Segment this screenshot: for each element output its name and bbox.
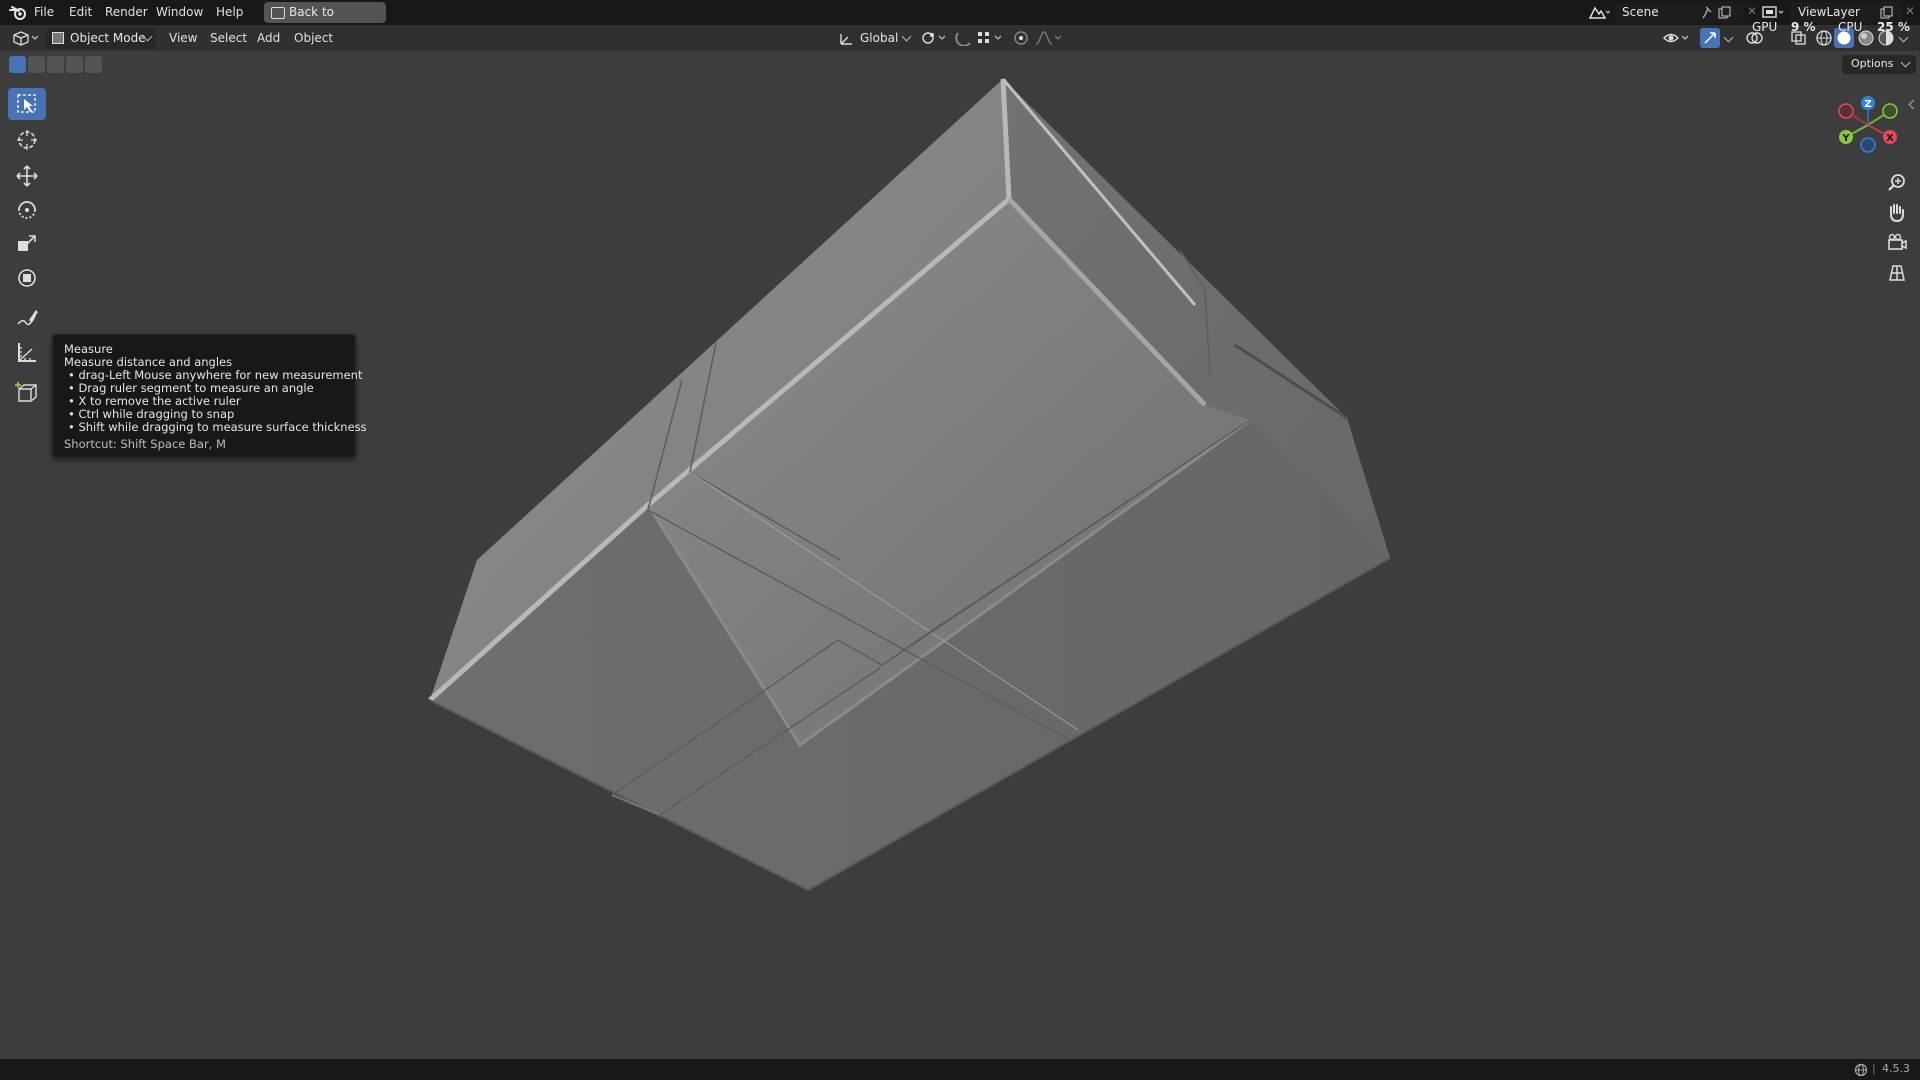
tool-rotate[interactable] bbox=[8, 194, 46, 226]
zoom-icon bbox=[1888, 174, 1905, 191]
options-dropdown[interactable]: Options bbox=[1842, 55, 1916, 74]
add-cube-icon bbox=[15, 382, 37, 402]
gizmo-axis-y: Y bbox=[1841, 133, 1850, 144]
select-mode-intersect-button[interactable] bbox=[85, 56, 102, 73]
version-label: 4.5.3 bbox=[1882, 1062, 1910, 1075]
tooltip-description: Measure distance and angles bbox=[64, 355, 233, 369]
mesh-object[interactable] bbox=[0, 0, 1920, 1080]
select-mode-extend-button[interactable] bbox=[28, 56, 45, 73]
tool-measure[interactable] bbox=[8, 336, 46, 368]
pan-button[interactable] bbox=[1882, 198, 1912, 228]
camera-icon bbox=[1888, 233, 1907, 250]
gizmo-axis-z: Z bbox=[1864, 99, 1871, 110]
navigation-gizmo[interactable]: Z Y X bbox=[1832, 95, 1902, 155]
tooltip-shortcut: Shortcut: Shift Space Bar, M bbox=[64, 437, 226, 451]
status-separator: | bbox=[1872, 1062, 1876, 1075]
tool-select-box[interactable] bbox=[8, 88, 46, 120]
select-mode-subtract-button[interactable] bbox=[47, 56, 64, 73]
annotate-icon bbox=[17, 310, 38, 326]
status-bar: | 4.5.3 bbox=[0, 1059, 1920, 1080]
gizmo-axis-x: X bbox=[1886, 133, 1894, 144]
tooltip-bullet: • X to remove the active ruler bbox=[68, 394, 241, 408]
tooltip-bullet: • drag-Left Mouse anywhere for new measu… bbox=[68, 368, 363, 382]
tool-cursor[interactable] bbox=[8, 124, 46, 156]
tool-transform[interactable] bbox=[8, 262, 46, 294]
transform-icon bbox=[18, 269, 36, 287]
move-icon bbox=[16, 165, 38, 187]
tool-add-cube[interactable] bbox=[8, 376, 46, 408]
zoom-button[interactable] bbox=[1882, 168, 1912, 198]
camera-view-button[interactable] bbox=[1882, 228, 1912, 258]
measure-tooltip: Measure Measure distance and angles • dr… bbox=[52, 334, 367, 458]
perspective-grid-icon bbox=[1889, 265, 1905, 281]
3d-viewport[interactable]: Options Z Y X bbox=[0, 51, 1920, 1059]
measure-icon bbox=[18, 343, 36, 362]
cursor-icon bbox=[17, 130, 37, 150]
network-icon bbox=[1854, 1063, 1868, 1077]
scale-icon bbox=[18, 235, 36, 251]
hand-icon bbox=[1890, 204, 1904, 223]
tooltip-bullet: • Ctrl while dragging to snap bbox=[68, 407, 235, 421]
chevron-down-icon bbox=[1900, 57, 1911, 68]
tooltip-bullet: • Shift while dragging to measure surfac… bbox=[68, 420, 367, 434]
options-label: Options bbox=[1851, 57, 1894, 70]
tooltip-bullet: • Drag ruler segment to measure an angle bbox=[68, 381, 314, 395]
tool-move[interactable] bbox=[8, 160, 46, 192]
select-mode-new-button[interactable] bbox=[9, 56, 26, 73]
tool-scale[interactable] bbox=[8, 228, 46, 260]
tool-annotate[interactable] bbox=[8, 302, 46, 334]
tool-shelf bbox=[8, 86, 48, 416]
perspective-toggle-button[interactable] bbox=[1882, 258, 1912, 288]
tooltip-title: Measure bbox=[64, 342, 113, 356]
select-box-icon bbox=[17, 94, 36, 113]
select-mode-difference-button[interactable] bbox=[66, 56, 83, 73]
rotate-icon bbox=[18, 201, 36, 219]
